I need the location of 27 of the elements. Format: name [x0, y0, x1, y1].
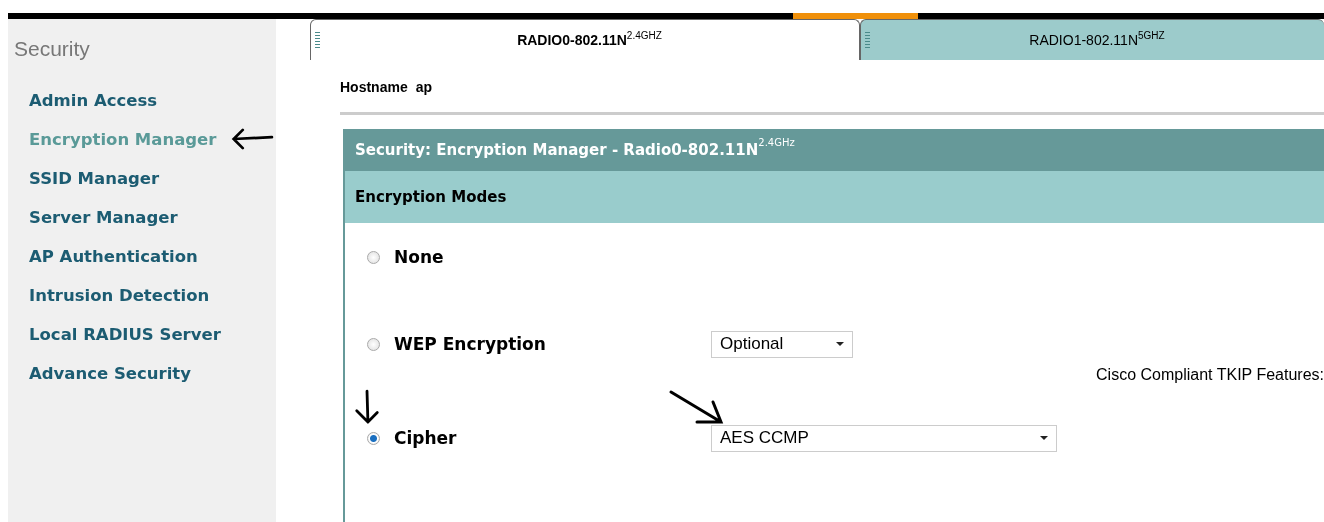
caret-icon	[836, 342, 844, 346]
option-label: WEP Encryption	[394, 334, 547, 354]
section-title: Encryption Modes	[343, 171, 1324, 223]
hostname-label: Hostname	[340, 79, 408, 95]
arrow-icon	[353, 388, 381, 426]
sidebar-item[interactable]: Server Manager	[29, 207, 178, 227]
radio-button[interactable]	[367, 431, 380, 445]
radio-button[interactable]	[367, 250, 380, 264]
features-label: Cisco Compliant TKIP Features:	[1096, 366, 1324, 384]
option-label: None	[394, 247, 445, 267]
tab[interactable]: RADIO0-802.11N$^{2.4GHZ}$	[310, 19, 860, 60]
caret-icon	[1040, 436, 1048, 440]
hostname-value: ap	[415, 79, 433, 95]
panel-title: Security: Encryption Manager - Radio0-802.11N$^{2.4GHz}$	[343, 129, 1324, 171]
radio-button[interactable]	[367, 337, 380, 351]
arrow-icon	[230, 127, 276, 151]
sidebar-item[interactable]: Advance Security	[29, 363, 191, 383]
sidebar-item[interactable]: Local RADIUS Server	[29, 324, 221, 344]
sidebar-title: Security	[14, 37, 91, 61]
tab[interactable]: RADIO1-802.11N$^{5GHZ}$	[860, 19, 1324, 60]
option-label: Cipher	[394, 428, 458, 448]
sidebar-item[interactable]: Admin Access	[29, 90, 158, 110]
dropdown[interactable]: Optional	[711, 330, 853, 358]
sidebar-item[interactable]: SSID Manager	[29, 168, 160, 188]
sidebar-item[interactable]: Intrusion Detection	[29, 285, 210, 305]
sidebar-item[interactable]: AP Authentication	[29, 246, 198, 266]
dropdown[interactable]: AES CCMP	[711, 424, 1057, 452]
